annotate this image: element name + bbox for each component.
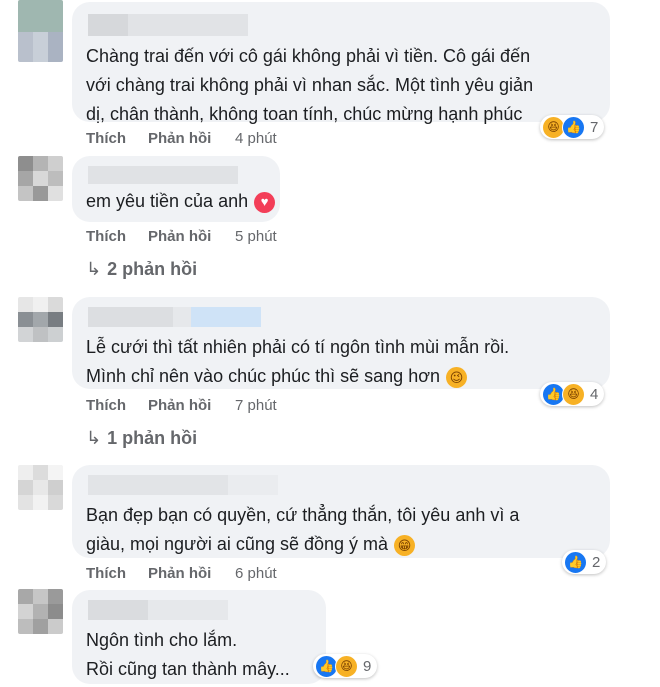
wink-face-icon: 😉 bbox=[446, 366, 468, 388]
reply-button[interactable]: Phản hồi bbox=[148, 397, 211, 414]
reaction-summary[interactable]: 😆 👍 7 bbox=[540, 115, 605, 139]
like-icon: 👍 bbox=[564, 550, 587, 574]
timestamp[interactable]: 6 phút bbox=[235, 565, 277, 582]
view-replies-link[interactable]: ↳ 1 phản hồi bbox=[86, 428, 197, 449]
comment-bubble: Bạn đẹp bạn có quyền, cứ thẳng thắn, tôi… bbox=[72, 465, 610, 558]
grin-face-icon: 😁 bbox=[394, 534, 416, 556]
reaction-count: 9 bbox=[363, 657, 372, 675]
reaction-count: 4 bbox=[590, 385, 599, 403]
comment-text: Lễ cưới thì tất nhiên phải có tí ngôn tì… bbox=[86, 337, 510, 388]
commenter-name-blurred[interactable] bbox=[86, 14, 596, 36]
comment-bubble: Ngôn tình cho lắm. Rồi cũng tan thành mâ… bbox=[72, 590, 326, 684]
avatar[interactable] bbox=[18, 465, 63, 510]
like-button[interactable]: Thích bbox=[86, 397, 126, 414]
reply-button[interactable]: Phản hồi bbox=[148, 130, 211, 147]
timestamp[interactable]: 4 phút bbox=[235, 130, 277, 147]
timestamp[interactable]: 5 phút bbox=[235, 228, 277, 245]
haha-icon: 😆 bbox=[562, 382, 585, 406]
comment-text: Ngôn tình cho lắm. Rồi cũng tan thành mâ… bbox=[86, 630, 290, 679]
reaction-count: 7 bbox=[590, 118, 599, 136]
commenter-name-blurred[interactable] bbox=[86, 600, 312, 620]
reaction-summary[interactable]: 👍 😆 4 bbox=[540, 382, 605, 406]
comment-bubble: em yêu tiền của anh ♥ bbox=[72, 156, 280, 222]
reply-arrow-icon: ↳ bbox=[86, 428, 102, 448]
like-button[interactable]: Thích bbox=[86, 130, 126, 147]
comment-text: Bạn đẹp bạn có quyền, cứ thẳng thắn, tôi… bbox=[86, 505, 520, 556]
timestamp[interactable]: 7 phút bbox=[235, 397, 277, 414]
reaction-count: 2 bbox=[592, 553, 601, 571]
reply-arrow-icon: ↳ bbox=[86, 259, 102, 279]
avatar[interactable] bbox=[18, 156, 63, 201]
reply-button[interactable]: Phản hồi bbox=[148, 565, 211, 582]
view-replies-link[interactable]: ↳ 2 phản hồi bbox=[86, 259, 197, 280]
comment-bubble: Chàng trai đến với cô gái không phải vì … bbox=[72, 2, 610, 124]
avatar[interactable] bbox=[18, 589, 63, 634]
reply-button[interactable]: Phản hồi bbox=[148, 228, 211, 245]
comment-text: Chàng trai đến với cô gái không phải vì … bbox=[86, 46, 534, 124]
heart-icon: ♥ bbox=[254, 191, 276, 213]
like-button[interactable]: Thích bbox=[86, 228, 126, 245]
like-icon: 👍 bbox=[562, 115, 585, 139]
commenter-name-blurred[interactable] bbox=[86, 307, 596, 327]
comment-bubble: Lễ cưới thì tất nhiên phải có tí ngôn tì… bbox=[72, 297, 610, 389]
avatar[interactable] bbox=[18, 297, 63, 342]
avatar[interactable] bbox=[18, 0, 63, 62]
commenter-name-blurred[interactable] bbox=[86, 475, 596, 495]
reaction-summary[interactable]: 👍 2 bbox=[562, 550, 607, 574]
comment-text: em yêu tiền của anh ♥ bbox=[86, 188, 276, 214]
haha-icon: 😆 bbox=[335, 654, 358, 678]
reaction-summary[interactable]: 👍 😆 9 bbox=[313, 654, 378, 678]
commenter-name-blurred[interactable] bbox=[86, 166, 266, 184]
like-button[interactable]: Thích bbox=[86, 565, 126, 582]
